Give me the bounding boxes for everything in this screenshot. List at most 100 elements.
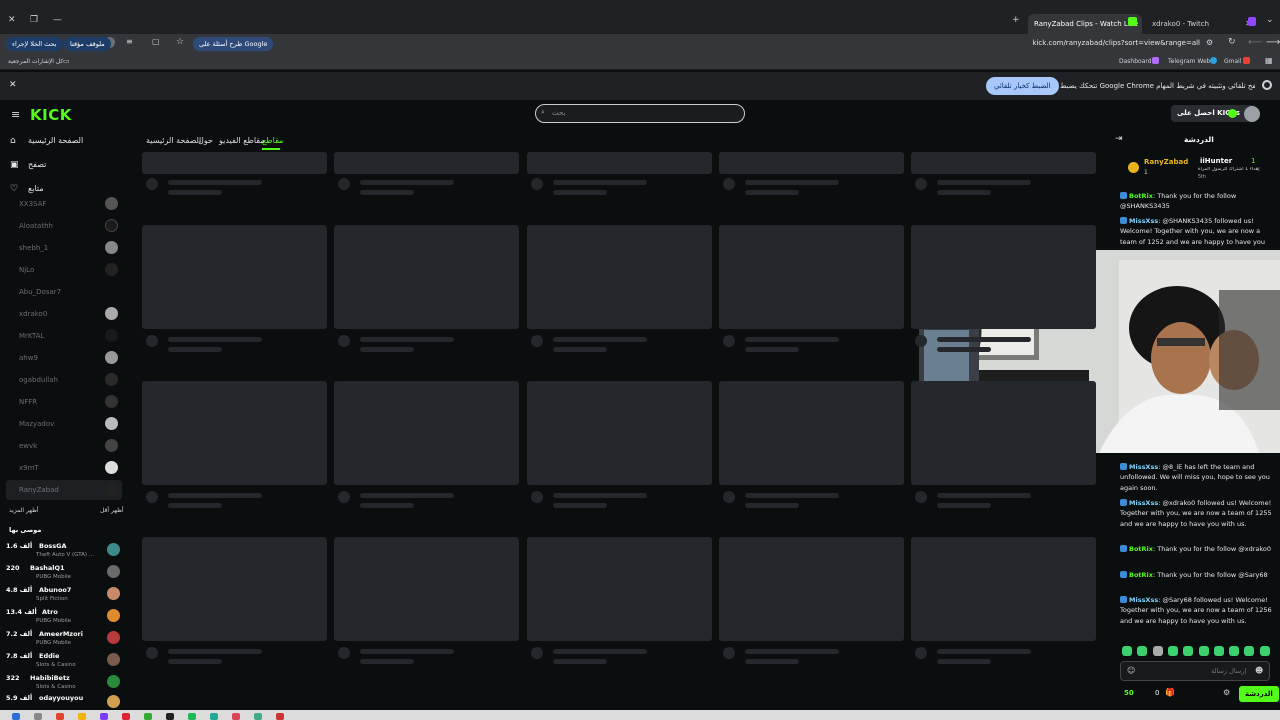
- taskbar-app-icon[interactable]: [122, 713, 130, 720]
- following-channel[interactable]: ewvk: [6, 436, 122, 456]
- following-channel[interactable]: shebh_1: [6, 238, 122, 258]
- taskbar-app-icon[interactable]: [166, 713, 174, 720]
- clip-thumbnail-placeholder[interactable]: [142, 537, 327, 641]
- clip-thumbnail-placeholder[interactable]: [334, 537, 519, 641]
- emote-icon[interactable]: [1183, 646, 1194, 656]
- following-channel[interactable]: NFFR: [6, 392, 122, 412]
- minimize-window-icon[interactable]: —: [53, 15, 62, 25]
- recommended-channel[interactable]: 322 HabibiBetz Slots & Casino: [6, 672, 122, 694]
- bookmark-dashboard[interactable]: Dashboard: [1119, 58, 1152, 65]
- emote-icon[interactable]: [1229, 646, 1240, 656]
- emote-icon[interactable]: [1259, 646, 1270, 656]
- ask-google-chip[interactable]: طرح أسئلة على Google: [193, 37, 274, 51]
- following-channel[interactable]: xdrako0: [6, 304, 122, 324]
- bookmark-gmail[interactable]: Gmail: [1224, 58, 1242, 65]
- clip-thumbnail-placeholder[interactable]: [527, 152, 712, 174]
- bookmark-star-icon[interactable]: ☆: [176, 37, 184, 47]
- nav-browse[interactable]: تصفح: [28, 160, 46, 169]
- emote-icon[interactable]: [1137, 646, 1148, 656]
- smile-icon[interactable]: ☻: [1255, 666, 1263, 675]
- gear-icon[interactable]: ⚙: [1223, 688, 1230, 697]
- clip-thumbnail-placeholder[interactable]: [142, 152, 327, 174]
- chat-input[interactable]: ☺ إرسال رسالة ☻: [1120, 661, 1270, 681]
- taskbar-app-icon[interactable]: [210, 713, 218, 720]
- clip-thumbnail-placeholder[interactable]: [334, 381, 519, 485]
- following-channel-active[interactable]: RanyZabad: [6, 480, 122, 500]
- tab-clips[interactable]: مقاطع: [262, 136, 283, 145]
- apps-grid-icon[interactable]: ▦: [1265, 56, 1273, 65]
- nav-following[interactable]: متابع: [28, 184, 44, 193]
- following-channel[interactable]: MrKTAL: [6, 326, 122, 346]
- emote-icon[interactable]: [1213, 646, 1224, 656]
- emote-icon[interactable]: [1167, 646, 1178, 656]
- recommended-channel[interactable]: 13.4 ألف Atro PUBG Mobile: [6, 606, 122, 628]
- clip-thumbnail-placeholder[interactable]: [911, 381, 1096, 485]
- clip-thumbnail-placeholder[interactable]: [719, 225, 904, 329]
- extensions-icon[interactable]: ≡: [126, 37, 133, 46]
- recommended-channel[interactable]: 7.8 ألف Eddie Slots & Casino: [6, 650, 122, 672]
- taskbar-app-icon[interactable]: [276, 713, 284, 720]
- site-info-icon[interactable]: ⚙: [1206, 38, 1213, 47]
- clip-thumbnail-placeholder[interactable]: [911, 537, 1096, 641]
- recommended-channel[interactable]: 1.6 ألف BossGA Theft Auto V (GTA) ...: [6, 540, 122, 562]
- gift-box-icon[interactable]: 🎁: [1165, 688, 1175, 697]
- taskbar-app-icon[interactable]: [12, 713, 20, 720]
- clip-thumbnail-placeholder[interactable]: [334, 152, 519, 174]
- user-avatar[interactable]: [1244, 106, 1260, 122]
- reload-icon[interactable]: ↻: [1228, 37, 1236, 47]
- emote-icon[interactable]: [1198, 646, 1209, 656]
- all-bookmarks-link[interactable]: كل الإشارات المرجعية: [8, 58, 63, 65]
- sidebar-icon[interactable]: ▢: [152, 37, 160, 46]
- recommended-channel[interactable]: 220 BashalQ1 PUBG Mobile: [6, 562, 122, 584]
- taskbar-app-icon[interactable]: [144, 713, 152, 720]
- tab-search-icon[interactable]: ⌄: [1266, 15, 1274, 25]
- following-channel[interactable]: XX3SAF: [6, 194, 122, 214]
- taskbar-app-icon[interactable]: [34, 713, 42, 720]
- clip-thumbnail-placeholder[interactable]: [719, 537, 904, 641]
- following-channel[interactable]: x9mT: [6, 458, 122, 478]
- search-action-chip[interactable]: بحث الخلا لإجراء: [6, 37, 63, 51]
- emote-icon[interactable]: [1122, 646, 1132, 656]
- clip-thumbnail-placeholder[interactable]: [527, 537, 712, 641]
- tab-ranyzabad-clips[interactable]: RanyZabad Clips - Watch Live ✕: [1028, 14, 1142, 34]
- send-chat-button[interactable]: الدردشة: [1239, 686, 1279, 702]
- collapse-chat-icon[interactable]: ⇥: [1115, 134, 1123, 144]
- following-channel[interactable]: Abu_Dosar7: [6, 282, 122, 302]
- following-channel[interactable]: Aloatathh: [6, 216, 122, 236]
- set-default-button[interactable]: الضبط كخيار تلقائي: [986, 77, 1059, 95]
- clip-thumbnail-placeholder[interactable]: [527, 381, 712, 485]
- address-bar[interactable]: kick.com/ranyzabad/clips?sort=view&range…: [1000, 39, 1200, 47]
- clip-thumbnail-placeholder[interactable]: [719, 381, 904, 485]
- recommended-channel[interactable]: 7.2 ألف AmeerMzori PUBG Mobile: [6, 628, 122, 650]
- restore-window-icon[interactable]: ❐: [30, 15, 38, 25]
- taskbar-app-icon[interactable]: [254, 713, 262, 720]
- tab-home[interactable]: الصفحة الرئيسية: [146, 136, 201, 145]
- taskbar-app-icon[interactable]: [56, 713, 64, 720]
- emote-picker-icon[interactable]: ☺: [1127, 666, 1135, 675]
- show-less-link[interactable]: أظهر أقل: [100, 507, 124, 514]
- tab-xdrako0-twitch[interactable]: xdrako0 - Twitch ✕: [1146, 14, 1258, 34]
- bookmark-telegram[interactable]: Telegram Web: [1168, 58, 1210, 65]
- clip-thumbnail-placeholder[interactable]: [142, 225, 327, 329]
- clip-thumbnail-placeholder[interactable]: [527, 225, 712, 329]
- clip-thumbnail-placeholder[interactable]: [142, 381, 327, 485]
- close-infobar-icon[interactable]: ✕: [9, 80, 17, 90]
- kicks-count[interactable]: 50: [1124, 689, 1134, 697]
- search-input[interactable]: بحث: [535, 104, 745, 123]
- nav-home[interactable]: الصفحة الرئيسية: [28, 136, 83, 145]
- following-channel[interactable]: NjLo: [6, 260, 122, 280]
- taskbar-app-icon[interactable]: [100, 713, 108, 720]
- taskbar-app-icon[interactable]: [188, 713, 196, 720]
- points-count[interactable]: 0: [1155, 689, 1159, 697]
- clip-thumbnail-placeholder[interactable]: [334, 225, 519, 329]
- kick-logo[interactable]: KICK: [30, 106, 72, 124]
- taskbar-app-icon[interactable]: [78, 713, 86, 720]
- forward-icon[interactable]: ⟵: [1248, 37, 1262, 48]
- recommended-channel[interactable]: 4.8 ألف Abunoo7 Split Fiction: [6, 584, 122, 606]
- tab-videos[interactable]: مقاطع الفيديو: [219, 136, 265, 145]
- clip-thumbnail-placeholder[interactable]: [911, 152, 1096, 174]
- paused-chip[interactable]: ملوقف مؤقتا: [64, 37, 111, 51]
- following-channel[interactable]: Mazyadov: [6, 414, 122, 434]
- back-icon[interactable]: ⟶: [1266, 37, 1280, 48]
- clip-thumbnail-placeholder[interactable]: [911, 225, 1096, 329]
